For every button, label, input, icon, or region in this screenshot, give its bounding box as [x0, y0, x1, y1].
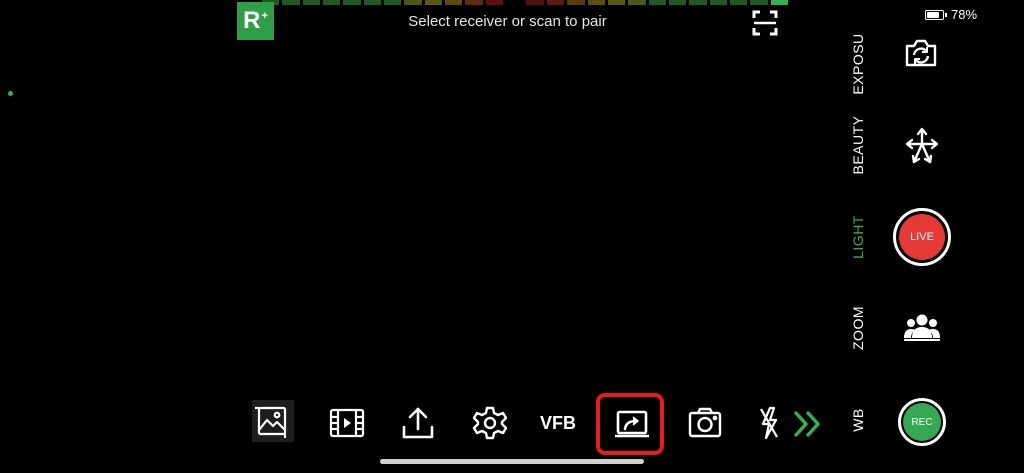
- meter-segment: [485, 0, 504, 5]
- meter-segment: [750, 0, 768, 5]
- meter-segment: [323, 0, 341, 5]
- scan-frame-icon[interactable]: [752, 10, 778, 36]
- meter-segment: [709, 0, 727, 5]
- meter-segment: [648, 0, 666, 5]
- mode-exposure[interactable]: EXPOSU: [850, 33, 866, 94]
- transform-arrows-icon[interactable]: [904, 126, 940, 166]
- gallery-icon[interactable]: [252, 400, 294, 442]
- mode-beauty[interactable]: BEAUTY: [850, 115, 866, 174]
- camera-icon[interactable]: [687, 405, 723, 441]
- camera-screen: R + Select receiver or scan to pair 78% E…: [0, 0, 1024, 473]
- rec-button-label: REC: [903, 403, 941, 441]
- gear-icon[interactable]: [472, 405, 508, 441]
- flash-off-icon[interactable]: [758, 405, 780, 441]
- meter-segment: [607, 0, 626, 5]
- mode-light[interactable]: LIGHT: [850, 215, 866, 259]
- vfb-button[interactable]: VFB: [540, 413, 576, 434]
- live-button-label: LIVE: [899, 214, 945, 260]
- upload-icon[interactable]: [400, 405, 436, 441]
- highlight-box: [596, 393, 664, 455]
- mode-wb[interactable]: WB: [850, 408, 866, 432]
- meter-segment: [567, 0, 585, 5]
- meter-segment: [343, 0, 361, 5]
- meter-segment: [384, 0, 402, 5]
- camera-flip-icon[interactable]: [903, 36, 939, 70]
- meter-segment: [404, 0, 422, 5]
- meter-segment: [770, 0, 788, 5]
- meter-segment: [282, 0, 300, 5]
- meter-segment: [628, 0, 646, 5]
- live-button[interactable]: LIVE: [893, 208, 951, 266]
- double-chevron-right-icon[interactable]: [791, 408, 823, 440]
- meter-segment: [363, 0, 382, 5]
- meter-segment: [424, 0, 443, 5]
- video-library-icon[interactable]: [329, 405, 365, 441]
- meter-segment: [587, 0, 605, 5]
- home-indicator[interactable]: [380, 459, 644, 464]
- battery-icon: [925, 9, 944, 20]
- mode-zoom[interactable]: ZOOM: [850, 306, 866, 350]
- meter-segment: [546, 0, 565, 5]
- logo-superscript: +: [261, 10, 268, 22]
- meter-segment: [506, 0, 524, 5]
- battery-percent: 78%: [951, 7, 978, 22]
- battery-indicator: 78%: [925, 7, 977, 22]
- group-people-icon[interactable]: [903, 312, 941, 342]
- focus-point: [8, 91, 13, 96]
- meter-segment: [729, 0, 748, 5]
- app-logo[interactable]: R +: [237, 2, 274, 40]
- meter-segment: [302, 0, 321, 5]
- meter-segment: [445, 0, 463, 5]
- meter-segment: [668, 0, 687, 5]
- meter-segment: [689, 0, 707, 5]
- rec-button[interactable]: REC: [898, 398, 946, 446]
- meter-segment: [526, 0, 544, 5]
- pair-status-text[interactable]: Select receiver or scan to pair: [380, 13, 635, 30]
- meter-segment: [465, 0, 483, 5]
- audio-level-meter: [262, 0, 788, 5]
- logo-letter: R: [243, 7, 261, 34]
